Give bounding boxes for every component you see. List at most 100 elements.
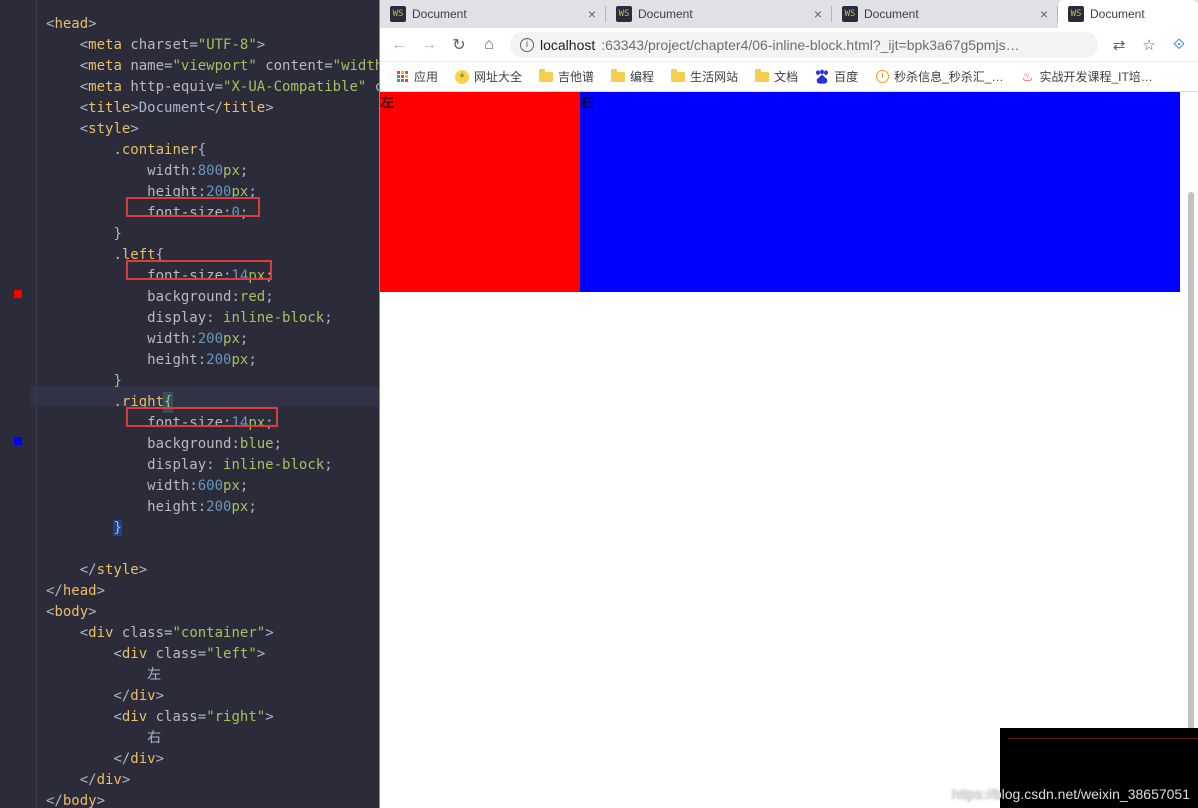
- bookmark-item[interactable]: 秒杀信息_秒杀汇_…: [868, 66, 1009, 87]
- scrollbar-thumb[interactable]: [1188, 192, 1194, 782]
- tab-close-icon[interactable]: ×: [814, 6, 822, 22]
- code-line[interactable]: .left{: [46, 245, 379, 266]
- code-line[interactable]: }: [46, 518, 379, 539]
- omnibox[interactable]: i localhost :63343/project/chapter4/06-in…: [510, 32, 1098, 58]
- tab-title: Document: [412, 7, 582, 21]
- vertical-scrollbar[interactable]: [1188, 192, 1194, 808]
- code-line[interactable]: background:red;: [46, 287, 379, 308]
- code-line[interactable]: [46, 539, 379, 560]
- baidu-icon: [814, 69, 830, 85]
- watermark-text: https://blog.csdn.net/weixin_38657051: [952, 786, 1190, 802]
- bookmark-item[interactable]: 编程: [604, 66, 660, 87]
- code-line[interactable]: font-size:14px;: [46, 413, 379, 434]
- tab-title: Document: [638, 7, 808, 21]
- extension-icon[interactable]: ⟐: [1170, 36, 1188, 53]
- bookmark-item[interactable]: 百度: [808, 66, 864, 87]
- code-line[interactable]: </div>: [46, 749, 379, 770]
- code-line[interactable]: }: [46, 371, 379, 392]
- code-line[interactable]: </body>: [46, 791, 379, 808]
- code-line[interactable]: </div>: [46, 770, 379, 791]
- folder-icon: [610, 69, 626, 85]
- nav-reload-button[interactable]: ↻: [450, 35, 468, 55]
- apps-grid-icon: [394, 69, 410, 85]
- bookmark-item[interactable]: 生活网站: [664, 66, 744, 87]
- bookmark-star-icon[interactable]: ☆: [1140, 36, 1158, 54]
- code-line[interactable]: width:600px;: [46, 476, 379, 497]
- ide-editor[interactable]: <head> <meta charset="UTF-8"> <meta name…: [0, 0, 379, 808]
- code-line[interactable]: <div class="left">: [46, 644, 379, 665]
- translate-icon[interactable]: ⇄: [1110, 36, 1128, 54]
- gutter: [0, 0, 30, 808]
- code-line[interactable]: }: [46, 224, 379, 245]
- code-line[interactable]: height:200px;: [46, 497, 379, 518]
- tab-favicon: WS: [390, 6, 406, 22]
- gutter-color-swatch-blue: [14, 437, 22, 445]
- site-icon: ✦: [454, 69, 470, 85]
- code-line[interactable]: .container{: [46, 140, 379, 161]
- bookmark-label: 百度: [834, 68, 858, 85]
- code-line[interactable]: font-size:0;: [46, 203, 379, 224]
- code-line[interactable]: background:blue;: [46, 434, 379, 455]
- tab-favicon: WS: [616, 6, 632, 22]
- bookmark-label: 编程: [630, 68, 654, 85]
- bookmark-item[interactable]: ♨实战开发课程_IT培…: [1013, 66, 1158, 87]
- bookmark-label: 应用: [414, 68, 438, 85]
- code-line[interactable]: width:800px;: [46, 161, 379, 182]
- tab-title: Document: [1090, 7, 1188, 21]
- bookmark-label: 生活网站: [690, 68, 738, 85]
- code-line[interactable]: <meta http-equiv="X-UA-Compatible" co: [46, 77, 379, 98]
- code-line[interactable]: display: inline-block;: [46, 455, 379, 476]
- code-line[interactable]: </style>: [46, 560, 379, 581]
- url-host: localhost: [540, 37, 595, 53]
- tab-close-icon[interactable]: ×: [1040, 6, 1048, 22]
- code-line[interactable]: width:200px;: [46, 329, 379, 350]
- browser-window: WS Document × WS Document × WS Document × WS Docum…: [379, 0, 1198, 808]
- code-line[interactable]: [46, 0, 379, 14]
- tab-favicon: WS: [1068, 6, 1084, 22]
- code-line[interactable]: <meta name="viewport" content="width=: [46, 56, 379, 77]
- bookmark-label: 网址大全: [474, 68, 522, 85]
- bookmark-item[interactable]: 应用: [388, 66, 444, 87]
- code-line[interactable]: <style>: [46, 119, 379, 140]
- code-area[interactable]: <head> <meta charset="UTF-8"> <meta name…: [46, 0, 379, 808]
- browser-tab[interactable]: WS Document ×: [832, 0, 1058, 28]
- tab-close-icon[interactable]: ×: [588, 6, 596, 22]
- code-line[interactable]: 右: [46, 728, 379, 749]
- code-line[interactable]: height:200px;: [46, 350, 379, 371]
- browser-tab[interactable]: WS Document ×: [380, 0, 606, 28]
- bookmark-item[interactable]: 吉他谱: [532, 66, 600, 87]
- bookmark-item[interactable]: 文档: [748, 66, 804, 87]
- code-line[interactable]: <title>Document</title>: [46, 98, 379, 119]
- bookmark-label: 秒杀信息_秒杀汇_…: [894, 68, 1003, 85]
- page-viewport[interactable]: 左右 https://blog.csdn.net/weixin_38657051: [380, 92, 1198, 808]
- url-path: :63343/project/chapter4/06-inline-block.…: [601, 37, 1019, 53]
- code-line[interactable]: .right{: [46, 392, 379, 413]
- code-line[interactable]: <body>: [46, 602, 379, 623]
- address-bar: ← → ↻ ⌂ i localhost :63343/project/chapte…: [380, 28, 1198, 62]
- code-line[interactable]: <div class="right">: [46, 707, 379, 728]
- code-line[interactable]: </div>: [46, 686, 379, 707]
- nav-back-button[interactable]: ←: [390, 36, 408, 54]
- bookmark-item[interactable]: ✦网址大全: [448, 66, 528, 87]
- rendered-container: 左右: [380, 92, 1180, 292]
- code-line[interactable]: <head>: [46, 14, 379, 35]
- code-line[interactable]: display: inline-block;: [46, 308, 379, 329]
- site-info-icon[interactable]: i: [520, 38, 534, 52]
- nav-forward-button[interactable]: →: [420, 36, 438, 54]
- tab-strip: WS Document × WS Document × WS Document × WS Docum…: [380, 0, 1198, 28]
- browser-tab[interactable]: WS Document ×: [606, 0, 832, 28]
- code-line[interactable]: <meta charset="UTF-8">: [46, 35, 379, 56]
- code-line[interactable]: </head>: [46, 581, 379, 602]
- code-line[interactable]: <div class="container">: [46, 623, 379, 644]
- code-line[interactable]: 左: [46, 665, 379, 686]
- code-line[interactable]: font-size:14px;: [46, 266, 379, 287]
- nav-home-button[interactable]: ⌂: [480, 36, 498, 54]
- rendered-left-box: 左: [380, 92, 580, 292]
- tab-title: Document: [864, 7, 1034, 21]
- folder-icon: [538, 69, 554, 85]
- bookmark-label: 实战开发课程_IT培…: [1039, 68, 1152, 85]
- code-line[interactable]: height:200px;: [46, 182, 379, 203]
- tab-favicon: WS: [842, 6, 858, 22]
- gutter-color-swatch-red: [14, 290, 22, 298]
- browser-tab-active[interactable]: WS Document: [1058, 0, 1198, 28]
